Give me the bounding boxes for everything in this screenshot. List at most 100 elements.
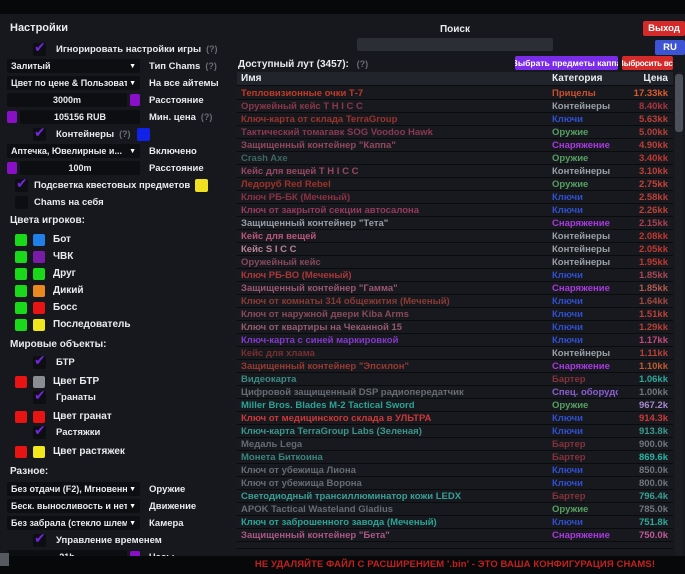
- table-row[interactable]: Оружейный кейсКонтейнеры1.95kk: [237, 256, 673, 269]
- world-object-color-label: Цвет БТР: [53, 376, 99, 387]
- table-row[interactable]: Кейс для хламаКонтейнеры1.11kk: [237, 347, 673, 360]
- table-row[interactable]: Ключ от квартиры на Чеканной 15Ключи1.29…: [237, 321, 673, 334]
- chevron-down-icon: ▼: [129, 63, 136, 70]
- item-name: Ключ от квартиры на Чеканной 15: [237, 322, 552, 333]
- table-row[interactable]: Тактический томагавк SOG Voodoo HawkОруж…: [237, 126, 673, 139]
- world-object-color-chip[interactable]: [15, 446, 27, 458]
- included-categories-dropdown[interactable]: Аптечка, Ювелирные и... ▼: [7, 144, 140, 158]
- world-object-color-chip[interactable]: [15, 411, 27, 423]
- player-base-color-chip[interactable]: [15, 302, 27, 314]
- table-row[interactable]: Тепловизионные очки Т-7Прицелы17.33kk: [237, 87, 673, 100]
- ignore-game-settings-checkbox[interactable]: ✔: [33, 43, 46, 56]
- world-object-color-chip[interactable]: [15, 376, 27, 388]
- player-color-chip[interactable]: [33, 302, 45, 314]
- item-price: 1.11kk: [618, 348, 673, 359]
- table-row[interactable]: Светодиодный трансиллюминатор кожи LEDXБ…: [237, 490, 673, 503]
- distance2-slider[interactable]: 100m: [20, 161, 140, 175]
- player-color-chip[interactable]: [33, 234, 45, 246]
- distance-color-chip[interactable]: [130, 94, 140, 106]
- time-control-checkbox[interactable]: ✔: [33, 534, 46, 547]
- table-row[interactable]: Цифровой защищенный DSP радиопередатчикС…: [237, 386, 673, 399]
- table-row[interactable]: APOK Tactical Wasteland GladiusОружие785…: [237, 503, 673, 516]
- table-row[interactable]: Защищенный контейнер "Гамма"Снаряжение1.…: [237, 282, 673, 295]
- language-button[interactable]: RU: [655, 40, 685, 55]
- search-input[interactable]: [357, 38, 553, 51]
- player-color-chip[interactable]: [33, 319, 45, 331]
- containers-color-chip[interactable]: [137, 128, 150, 141]
- table-row[interactable]: Ключ от медицинского склада в УЛЬТРАКлюч…: [237, 412, 673, 425]
- table-row[interactable]: Защищенный контейнер "Каппа"Снаряжение4.…: [237, 139, 673, 152]
- table-row[interactable]: Ключ от закрытой секции автосалонаКлючи2…: [237, 204, 673, 217]
- chams-type-dropdown[interactable]: Залитый ▼: [7, 59, 140, 73]
- world-object-checkbox[interactable]: ✔: [33, 356, 46, 369]
- ignore-game-settings-label: Игнорировать настройки игры: [56, 44, 201, 55]
- quest-highlight-color-chip[interactable]: [195, 179, 208, 192]
- player-base-color-chip[interactable]: [15, 251, 27, 263]
- table-row[interactable]: Ключ РБ-ВО (Меченый)Ключи1.85kk: [237, 269, 673, 282]
- ignore-game-settings-row: ✔ Игнорировать настройки игры (?): [7, 42, 233, 56]
- table-row[interactable]: Медаль LegaБартер900.0k: [237, 438, 673, 451]
- table-scrollbar[interactable]: [675, 72, 683, 556]
- misc-dropdown[interactable]: Без отдачи (F2), Мгновенное п▼: [7, 482, 140, 496]
- table-row[interactable]: Ключ-карта с синей маркировкойКлючи1.17k…: [237, 334, 673, 347]
- item-category: Контейнеры: [552, 166, 618, 177]
- select-kappa-items-button[interactable]: Выбрать предметы каппа: [515, 56, 618, 70]
- player-color-chip[interactable]: [33, 251, 45, 263]
- min-price-slider[interactable]: 105156 RUB: [20, 110, 140, 124]
- table-row[interactable]: ВидеокартаБартер1.06kk: [237, 373, 673, 386]
- exit-button[interactable]: Выход: [643, 21, 685, 36]
- table-row[interactable]: Ключ от заброшенного завода (Меченый)Клю…: [237, 516, 673, 529]
- world-object-checkbox[interactable]: ✔: [33, 391, 46, 404]
- table-row[interactable]: Монета БиткоинаБартер869.6k: [237, 451, 673, 464]
- table-row[interactable]: Ключ-карта TerraGroup Labs (Зеленая)Ключ…: [237, 425, 673, 438]
- table-row[interactable]: Кейс для вещей T H I C CКонтейнеры3.10kk: [237, 165, 673, 178]
- item-category: Ключи: [552, 114, 618, 125]
- item-name: Защищенный контейнер "Каппа": [237, 140, 552, 151]
- item-name: Кейс S I C C: [237, 244, 552, 255]
- item-category: Ключи: [552, 192, 618, 203]
- player-base-color-chip[interactable]: [15, 319, 27, 331]
- world-object-label: Гранаты: [56, 392, 96, 403]
- quest-highlight-checkbox[interactable]: ✔: [15, 179, 28, 192]
- misc-dropdown[interactable]: Без забрала (стекло шлема)▼: [7, 516, 140, 530]
- table-row[interactable]: Crash AxeОружие3.40kk: [237, 152, 673, 165]
- misc-dropdown-value: Без забрала (стекло шлема): [11, 518, 127, 528]
- table-row[interactable]: Ключ РБ-БК (Меченый)Ключи2.58kk: [237, 191, 673, 204]
- misc-dropdown[interactable]: Беск. выносливость и нет уста▼: [7, 499, 140, 513]
- min-price-color-chip[interactable]: [7, 111, 17, 123]
- player-color-chip[interactable]: [33, 285, 45, 297]
- table-row[interactable]: Miller Bros. Blades M-2 Tactical SwordОр…: [237, 399, 673, 412]
- table-row[interactable]: Защищенный контейнер "Эпсилон"Снаряжение…: [237, 360, 673, 373]
- player-base-color-chip[interactable]: [15, 234, 27, 246]
- player-base-color-chip[interactable]: [15, 268, 27, 280]
- item-price: 3.10kk: [618, 166, 673, 177]
- containers-checkbox[interactable]: ✔: [33, 128, 46, 141]
- item-name: Ключ от медицинского склада в УЛЬТРА: [237, 413, 552, 424]
- item-name: Кейс для вещей T H I C C: [237, 166, 552, 177]
- chams-self-checkbox[interactable]: ✔: [15, 196, 28, 209]
- table-row[interactable]: Ключ-карта от склада TerraGroupКлючи5.63…: [237, 113, 673, 126]
- distance-slider[interactable]: 3000m: [7, 93, 127, 107]
- table-row[interactable]: Защищенный контейнер "Бета"Снаряжение750…: [237, 529, 673, 542]
- time-control-row: ✔ Управление временем: [7, 533, 233, 547]
- table-row[interactable]: Ключ от убежища ЛионаКлючи850.0k: [237, 464, 673, 477]
- player-color-chip[interactable]: [33, 268, 45, 280]
- misc-title: Разное:: [10, 466, 233, 477]
- discard-all-button[interactable]: Выбросить все: [622, 56, 673, 70]
- chevron-down-icon: ▼: [129, 80, 136, 87]
- table-row[interactable]: Кейс S I C CКонтейнеры2.05kk: [237, 243, 673, 256]
- table-row[interactable]: Ключ от комнаты 314 общежития (Меченый)К…: [237, 295, 673, 308]
- item-name: Кейс для вещей: [237, 231, 552, 242]
- all-items-mode-dropdown[interactable]: Цвет по цене & Пользователь ▼: [7, 76, 140, 90]
- player-base-color-chip[interactable]: [15, 285, 27, 297]
- table-row[interactable]: Кейс для вещейКонтейнеры2.08kk: [237, 230, 673, 243]
- distance2-color-chip[interactable]: [7, 162, 17, 174]
- table-row[interactable]: Ключ от наружной двери Kiba ArmsКлючи1.5…: [237, 308, 673, 321]
- table-row[interactable]: Защищенный контейнер "Тета"Снаряжение2.1…: [237, 217, 673, 230]
- table-row[interactable]: Оружейный кейс T H I C CКонтейнеры8.40kk: [237, 100, 673, 113]
- table-row[interactable]: Ключ от убежища ВоронаКлючи800.0k: [237, 477, 673, 490]
- world-object-color-chip[interactable]: [33, 446, 45, 458]
- scrollbar-thumb[interactable]: [675, 74, 683, 132]
- table-row[interactable]: Ледоруб Red RebelОружие2.75kk: [237, 178, 673, 191]
- world-object-checkbox[interactable]: ✔: [33, 426, 46, 439]
